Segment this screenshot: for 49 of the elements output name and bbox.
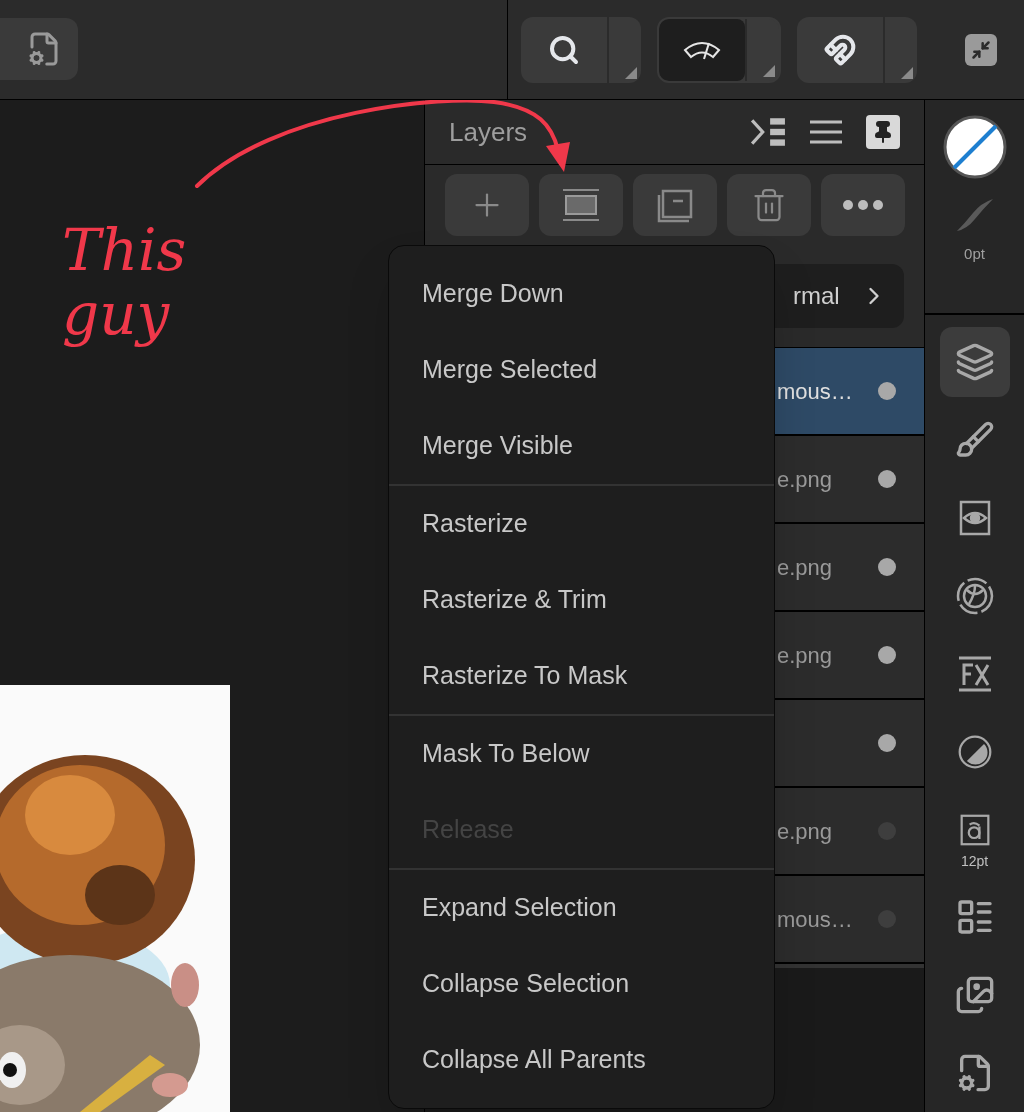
color-swatch[interactable] <box>942 115 1007 179</box>
collapse-icon <box>971 39 991 60</box>
menu-item[interactable]: Mask To Below <box>389 716 774 792</box>
corner-triangle-icon <box>625 66 637 79</box>
menu-item[interactable]: Merge Down <box>389 256 774 332</box>
layer-name: e.png <box>777 554 833 580</box>
fx-icon <box>956 656 993 692</box>
more-button[interactable] <box>821 174 905 236</box>
layer-name: e.png <box>777 466 833 492</box>
eye-mask-icon <box>958 500 991 536</box>
panel-title: Layers <box>449 115 529 149</box>
tool-split-button[interactable] <box>657 16 781 83</box>
images-icon <box>954 975 995 1015</box>
stroke-width-label: 0pt <box>964 244 985 264</box>
menu-icon[interactable] <box>810 120 842 144</box>
document-settings-button[interactable] <box>0 17 78 80</box>
menu-item[interactable]: Rasterize <box>389 486 774 562</box>
corner-triangle-icon <box>901 66 913 79</box>
menu-item[interactable]: Merge Visible <box>389 408 774 484</box>
text-frame-icon <box>958 814 991 846</box>
tool-split-button[interactable] <box>521 16 641 83</box>
fullscreen-button[interactable] <box>965 33 997 66</box>
collapse-list-icon[interactable] <box>750 116 786 148</box>
delete-layer-button[interactable] <box>727 174 811 236</box>
mask-layer-button[interactable] <box>539 174 623 236</box>
more-icon <box>843 200 883 210</box>
layer-name: e.png <box>777 818 833 844</box>
menu-item[interactable]: Collapse Selection <box>389 946 774 1022</box>
font-size-label: 12pt <box>960 852 989 871</box>
brush-icon <box>954 420 995 460</box>
layer-name: e.png <box>777 642 833 668</box>
group-layer-button[interactable] <box>633 174 717 236</box>
half-circle-icon <box>956 734 993 770</box>
layers-icon <box>954 342 995 382</box>
aperture-icon <box>954 576 995 616</box>
menu-item[interactable]: Collapse All Parents <box>389 1022 774 1098</box>
search-icon <box>548 33 580 66</box>
annotation-text: This guy <box>62 218 188 346</box>
corner-triangle-icon <box>763 64 775 77</box>
studio-button[interactable] <box>939 327 1010 397</box>
magnet-icon <box>824 33 856 66</box>
layer-name: mous… <box>777 378 853 404</box>
layer-name: mous… <box>777 906 853 932</box>
menu-item[interactable]: Expand Selection <box>389 870 774 946</box>
menu-item[interactable]: Rasterize To Mask <box>389 638 774 714</box>
menu-item[interactable]: Merge Selected <box>389 332 774 408</box>
tool-split-button[interactable] <box>797 16 917 83</box>
pin-button[interactable] <box>866 115 900 149</box>
menu-item[interactable]: Rasterize & Trim <box>389 562 774 638</box>
